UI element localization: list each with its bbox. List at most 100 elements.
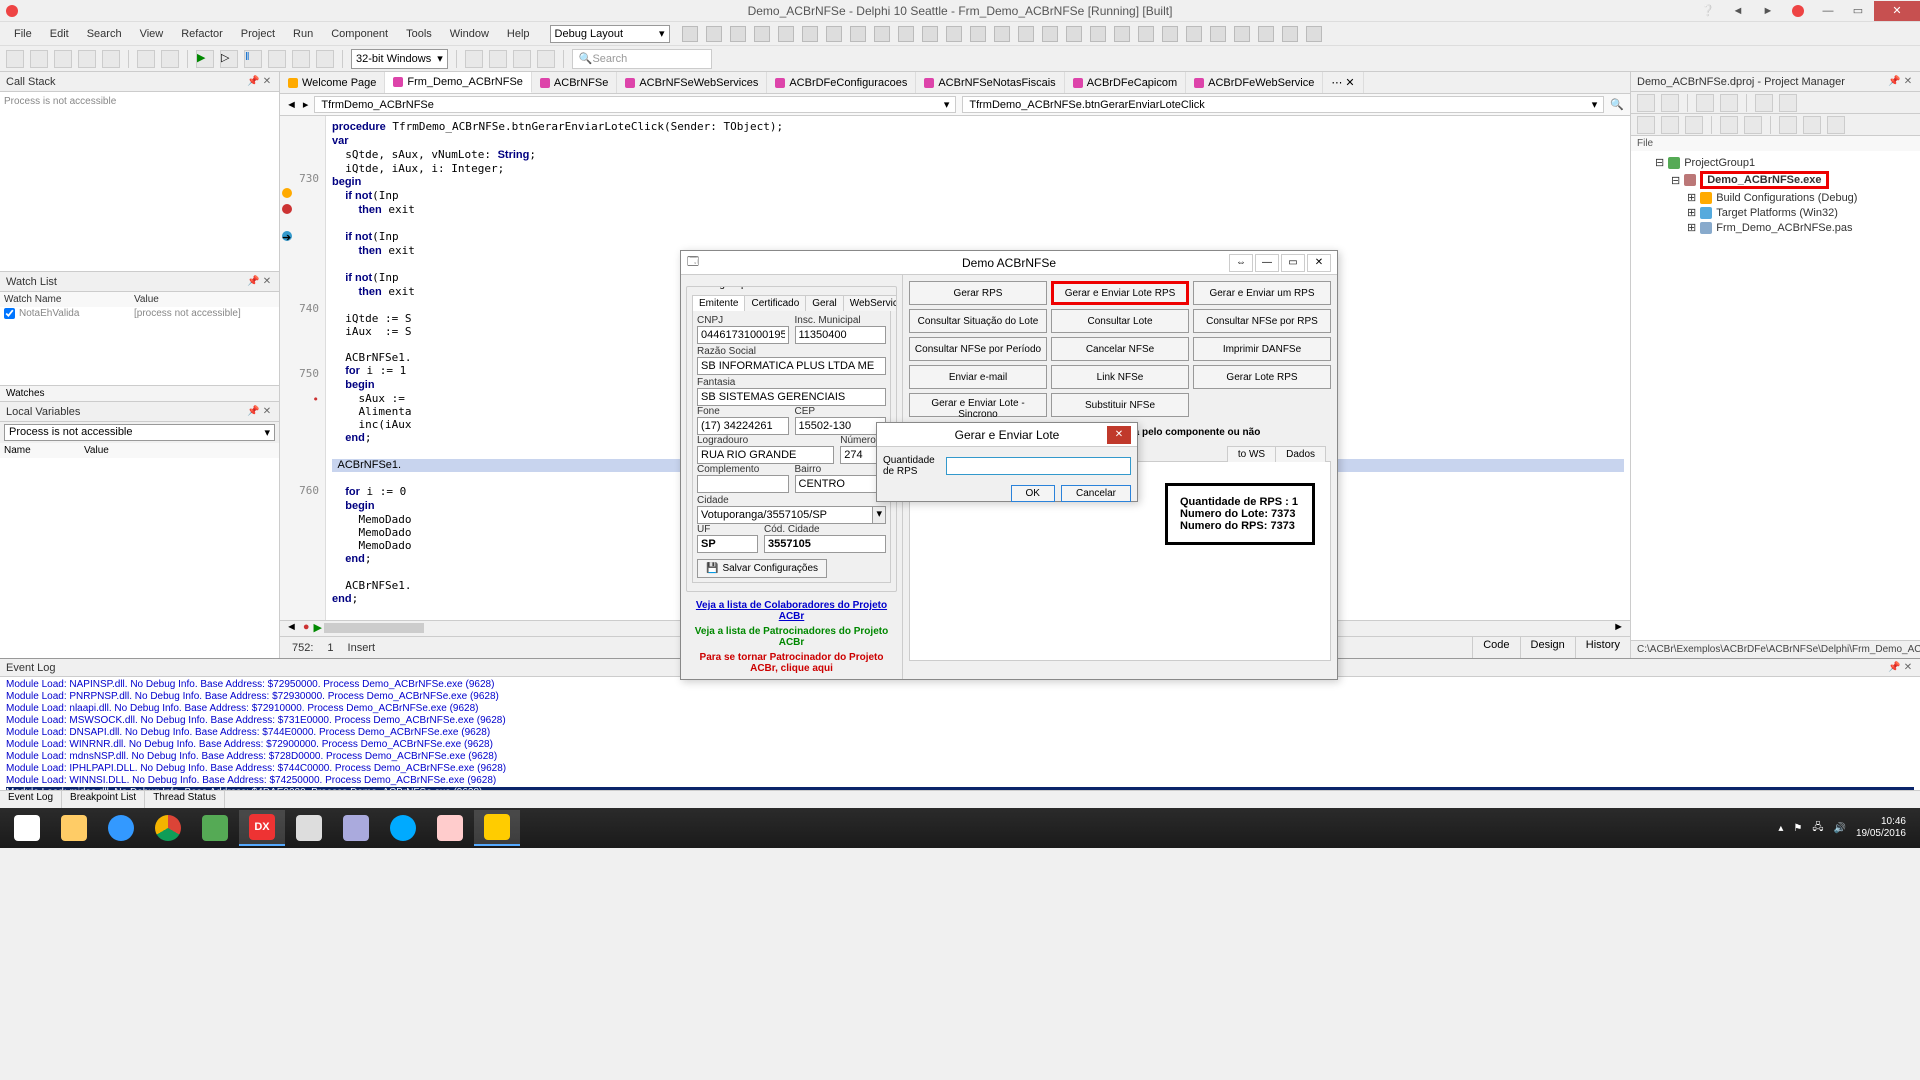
link-tornar-patrocinador[interactable]: Para se tornar Patrocinador do Projeto A… <box>686 652 897 674</box>
run-nodebug-icon[interactable]: ▷ <box>220 50 238 68</box>
pause-icon[interactable]: ‖ <box>244 50 262 68</box>
imprimir-danfse-button[interactable]: Imprimir DANFSe <box>1193 337 1331 361</box>
tool-icon[interactable] <box>826 26 842 42</box>
fwd-icon[interactable]: ► <box>1754 1 1782 21</box>
tool-icon[interactable] <box>850 26 866 42</box>
tool-icon[interactable] <box>1018 26 1034 42</box>
pm-icon[interactable] <box>1755 94 1773 112</box>
tab-history[interactable]: History <box>1575 637 1630 658</box>
method-combo[interactable]: TfrmDemo_ACBrNFSe.btnGerarEnviarLoteClic… <box>962 96 1604 113</box>
tb-open-icon[interactable] <box>30 50 48 68</box>
tool-icon[interactable] <box>730 26 746 42</box>
app-icon[interactable] <box>192 810 238 846</box>
tb-new-icon[interactable] <box>6 50 24 68</box>
tb-folder-icon[interactable] <box>102 50 120 68</box>
network-icon[interactable]: 🖧 <box>1812 820 1823 837</box>
tb-icon[interactable] <box>537 50 555 68</box>
pm-icon[interactable] <box>1661 94 1679 112</box>
tab-emitente[interactable]: Emitente <box>692 295 745 311</box>
pin-icon[interactable]: 📌 <box>1888 662 1900 674</box>
tab-webservice[interactable]: WebService <box>843 295 897 311</box>
close-icon[interactable]: ✕ <box>1874 1 1920 21</box>
watches-tab[interactable]: Watches <box>0 385 279 401</box>
pm-icon[interactable] <box>1720 94 1738 112</box>
search-box[interactable]: 🔍 Search <box>572 49 712 69</box>
tool-icon[interactable] <box>682 26 698 42</box>
tool-icon[interactable] <box>1258 26 1274 42</box>
stop-btn[interactable] <box>1784 1 1812 21</box>
tab-geral[interactable]: Geral <box>805 295 843 311</box>
pm-icon[interactable] <box>1744 116 1762 134</box>
close-icon[interactable]: ✕ <box>1307 254 1331 272</box>
enviar-email-button[interactable]: Enviar e-mail <box>909 365 1047 389</box>
tb-save-icon[interactable] <box>54 50 72 68</box>
tool-icon[interactable] <box>994 26 1010 42</box>
consultar-nfse-periodo-button[interactable]: Consultar NFSe por Período <box>909 337 1047 361</box>
volume-icon[interactable]: 🔊 <box>1833 823 1845 834</box>
menu-search[interactable]: Search <box>79 26 130 42</box>
tab-dfe-webservice[interactable]: ACBrDFeWebService <box>1186 72 1323 93</box>
teamviewer-icon[interactable] <box>380 810 426 846</box>
tool-icon[interactable] <box>970 26 986 42</box>
tool-icon[interactable] <box>706 26 722 42</box>
tb-redo-icon[interactable] <box>161 50 179 68</box>
maximize-icon[interactable]: ▭ <box>1281 254 1305 272</box>
tab-welcome[interactable]: Welcome Page <box>280 72 385 93</box>
tool-icon[interactable] <box>1042 26 1058 42</box>
close-icon[interactable]: ✕ <box>261 76 273 88</box>
exe-node-highlight[interactable]: Demo_ACBrNFSe.exe <box>1700 171 1828 189</box>
project-tree[interactable]: ⊟ProjectGroup1 ⊟Demo_ACBrNFSe.exe ⊞Build… <box>1631 151 1920 640</box>
link-nfse-button[interactable]: Link NFSe <box>1051 365 1189 389</box>
platform-combo[interactable]: 32-bit Windows▾ <box>351 49 448 69</box>
im-input[interactable] <box>795 326 887 344</box>
tool-icon[interactable] <box>1306 26 1322 42</box>
delphi-icon[interactable]: DX <box>239 810 285 846</box>
tool-icon[interactable] <box>1282 26 1298 42</box>
menu-file[interactable]: File <box>6 26 40 42</box>
watch-row[interactable]: NotaEhValida [process not accessible] <box>0 307 279 320</box>
menu-refactor[interactable]: Refactor <box>173 26 231 42</box>
ie-icon[interactable] <box>98 810 144 846</box>
minimize-icon[interactable]: — <box>1255 254 1279 272</box>
app-icon[interactable] <box>333 810 379 846</box>
debug-layout-combo[interactable]: Debug Layout▾ <box>550 25 670 43</box>
event-log-body[interactable]: Module Load: NAPINSP.dll. No Debug Info.… <box>0 677 1920 790</box>
tab-certificado[interactable]: Certificado <box>744 295 806 311</box>
tab-dados[interactable]: Dados <box>1275 446 1326 462</box>
consultar-nfse-rps-button[interactable]: Consultar NFSe por RPS <box>1193 309 1331 333</box>
consultar-lote-button[interactable]: Consultar Lote <box>1051 309 1189 333</box>
app-icon[interactable] <box>286 810 332 846</box>
link-colaboradores[interactable]: Veja a lista de Colaboradores do Projeto… <box>686 600 897 622</box>
pm-icon[interactable] <box>1637 94 1655 112</box>
clock[interactable]: 10:46 19/05/2016 <box>1856 816 1906 840</box>
ok-button[interactable]: OK <box>1011 485 1055 502</box>
cancelar-nfse-button[interactable]: Cancelar NFSe <box>1051 337 1189 361</box>
tool-icon[interactable] <box>802 26 818 42</box>
close-icon[interactable]: ✕ <box>1902 76 1914 88</box>
close-icon[interactable]: ✕ <box>261 276 273 288</box>
tab-capicom[interactable]: ACBrDFeCapicom <box>1065 72 1186 93</box>
start-button[interactable] <box>4 810 50 846</box>
tray-up-icon[interactable]: ▴ <box>1778 823 1783 834</box>
pm-icon[interactable] <box>1637 116 1655 134</box>
flag-icon[interactable]: ⚑ <box>1793 823 1802 834</box>
gerar-enviar-sincrono-button[interactable]: Gerar e Enviar Lote - Sincrono <box>909 393 1047 417</box>
tb-icon[interactable] <box>465 50 483 68</box>
tb-saveall-icon[interactable] <box>78 50 96 68</box>
tb-undo-icon[interactable] <box>137 50 155 68</box>
pm-icon[interactable] <box>1779 116 1797 134</box>
uf-input[interactable] <box>697 535 758 553</box>
nav-back-icon[interactable]: ◄ <box>286 99 297 111</box>
tool-icon[interactable] <box>1210 26 1226 42</box>
tool-icon[interactable] <box>1234 26 1250 42</box>
close-icon[interactable]: ✕ <box>1902 662 1914 674</box>
pin-icon[interactable]: 📌 <box>247 406 259 418</box>
pm-icon[interactable] <box>1696 94 1714 112</box>
maximize-icon[interactable]: ▭ <box>1844 1 1872 21</box>
help-icon[interactable]: ❔ <box>1694 1 1722 21</box>
back-icon[interactable]: ◄ <box>1724 1 1752 21</box>
chrome-icon[interactable] <box>145 810 191 846</box>
restore-icon[interactable]: ⇔ <box>1229 254 1253 272</box>
menu-view[interactable]: View <box>132 26 172 42</box>
complemento-input[interactable] <box>697 475 789 493</box>
